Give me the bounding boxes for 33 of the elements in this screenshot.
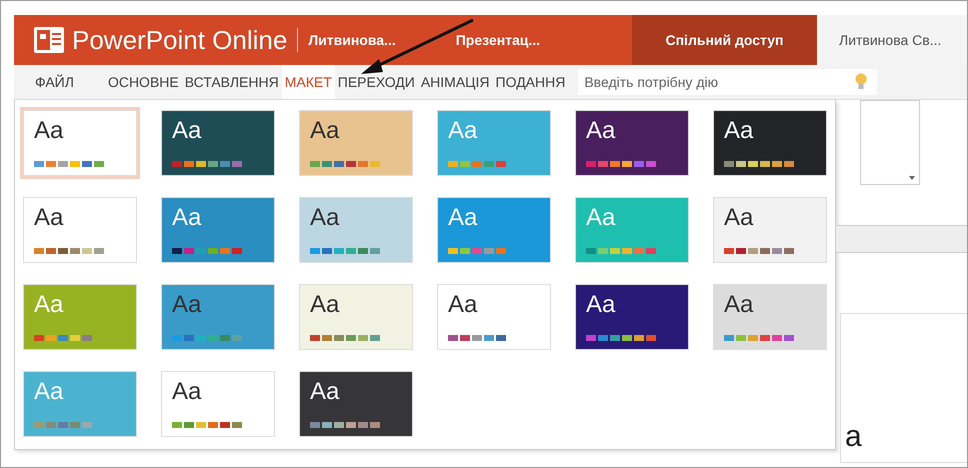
ribbon-tab[interactable]: ВСТАВЛЕННЯ: [182, 65, 282, 99]
document-link[interactable]: Презентац...: [456, 32, 540, 48]
dropdown-arrow-icon: [909, 176, 915, 180]
theme-thumbnail[interactable]: Aa: [161, 197, 275, 263]
ribbon-tab[interactable]: ПОДАННЯ: [492, 65, 568, 99]
theme-thumbnail[interactable]: Aa: [299, 197, 413, 263]
theme-thumbnail[interactable]: Aa: [299, 371, 413, 437]
theme-thumbnail[interactable]: Aa: [713, 110, 827, 176]
theme-thumbnail[interactable]: Aa: [437, 284, 551, 350]
ribbon-tab[interactable]: ПЕРЕХОДИ: [334, 65, 418, 99]
user-name[interactable]: Литвинова Св...: [817, 15, 967, 65]
theme-thumbnail[interactable]: Aa: [23, 110, 137, 176]
ribbon-tab[interactable]: МАКЕТ: [282, 65, 335, 99]
app-name: PowerPoint Online: [72, 24, 288, 56]
ribbon-tab[interactable]: ФАЙЛ: [32, 65, 77, 99]
slides-logo-icon: [34, 27, 64, 53]
theme-thumbnail[interactable]: Aa: [23, 197, 137, 263]
ribbon-tab[interactable]: АНІМАЦІЯ: [418, 65, 493, 99]
share-button[interactable]: Спільний доступ: [632, 15, 817, 65]
ribbon-tab[interactable]: ОСНОВНЕ: [104, 65, 182, 99]
tell-me-field[interactable]: Введіть потрібну дію: [578, 69, 878, 95]
lightbulb-icon: [855, 73, 868, 91]
theme-thumbnail[interactable]: Aa: [161, 371, 275, 437]
theme-thumbnail[interactable]: Aa: [161, 110, 275, 176]
theme-thumbnail[interactable]: Aa: [161, 284, 275, 350]
theme-thumbnail[interactable]: Aa: [575, 284, 689, 350]
slide-text: a: [845, 420, 862, 454]
theme-thumbnail[interactable]: Aa: [299, 284, 413, 350]
owner-link[interactable]: Литвинова...: [308, 32, 396, 48]
theme-thumbnail[interactable]: Aa: [575, 110, 689, 176]
theme-thumbnail[interactable]: Aa: [713, 197, 827, 263]
theme-thumbnail[interactable]: Aa: [299, 110, 413, 176]
theme-thumbnail[interactable]: Aa: [713, 284, 827, 350]
